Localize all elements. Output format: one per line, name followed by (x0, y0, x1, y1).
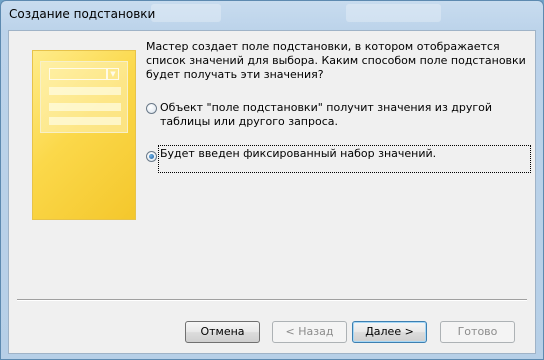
background-tab-ghost (346, 4, 441, 22)
option-other-table[interactable]: Объект "поле подстановки" получит значен… (146, 101, 526, 131)
separator (17, 299, 527, 301)
background-tab-ghost (151, 4, 221, 22)
option-fixed-values[interactable]: Будет введен фиксированный набор значени… (146, 145, 531, 173)
option-label: Будет введен фиксированный набор значени… (160, 147, 437, 160)
illustration-combo (49, 68, 107, 80)
title-bar[interactable]: Создание подстановки (1, 1, 543, 28)
window-title: Создание подстановки (9, 7, 156, 21)
wizard-illustration: ▼ (32, 50, 136, 220)
illustration-line (49, 103, 121, 111)
option-label: Объект "поле подстановки" получит значен… (160, 101, 493, 128)
cancel-button[interactable]: Отмена (185, 321, 260, 343)
next-button[interactable]: Далее > (352, 321, 427, 343)
wizard-window: Создание подстановки ▼ Мастер создает по… (0, 0, 544, 360)
radio-other-table[interactable] (146, 103, 157, 114)
chevron-down-icon: ▼ (107, 68, 119, 80)
illustration-line (49, 87, 121, 95)
dialog-body: ▼ Мастер создает поле подстановки, в кот… (8, 30, 536, 354)
intro-text: Мастер создает поле подстановки, в котор… (146, 40, 526, 81)
illustration-line (49, 117, 121, 125)
back-button[interactable]: < Назад (272, 321, 347, 343)
finish-button[interactable]: Готово (440, 321, 515, 343)
radio-fixed-values[interactable] (146, 151, 157, 162)
